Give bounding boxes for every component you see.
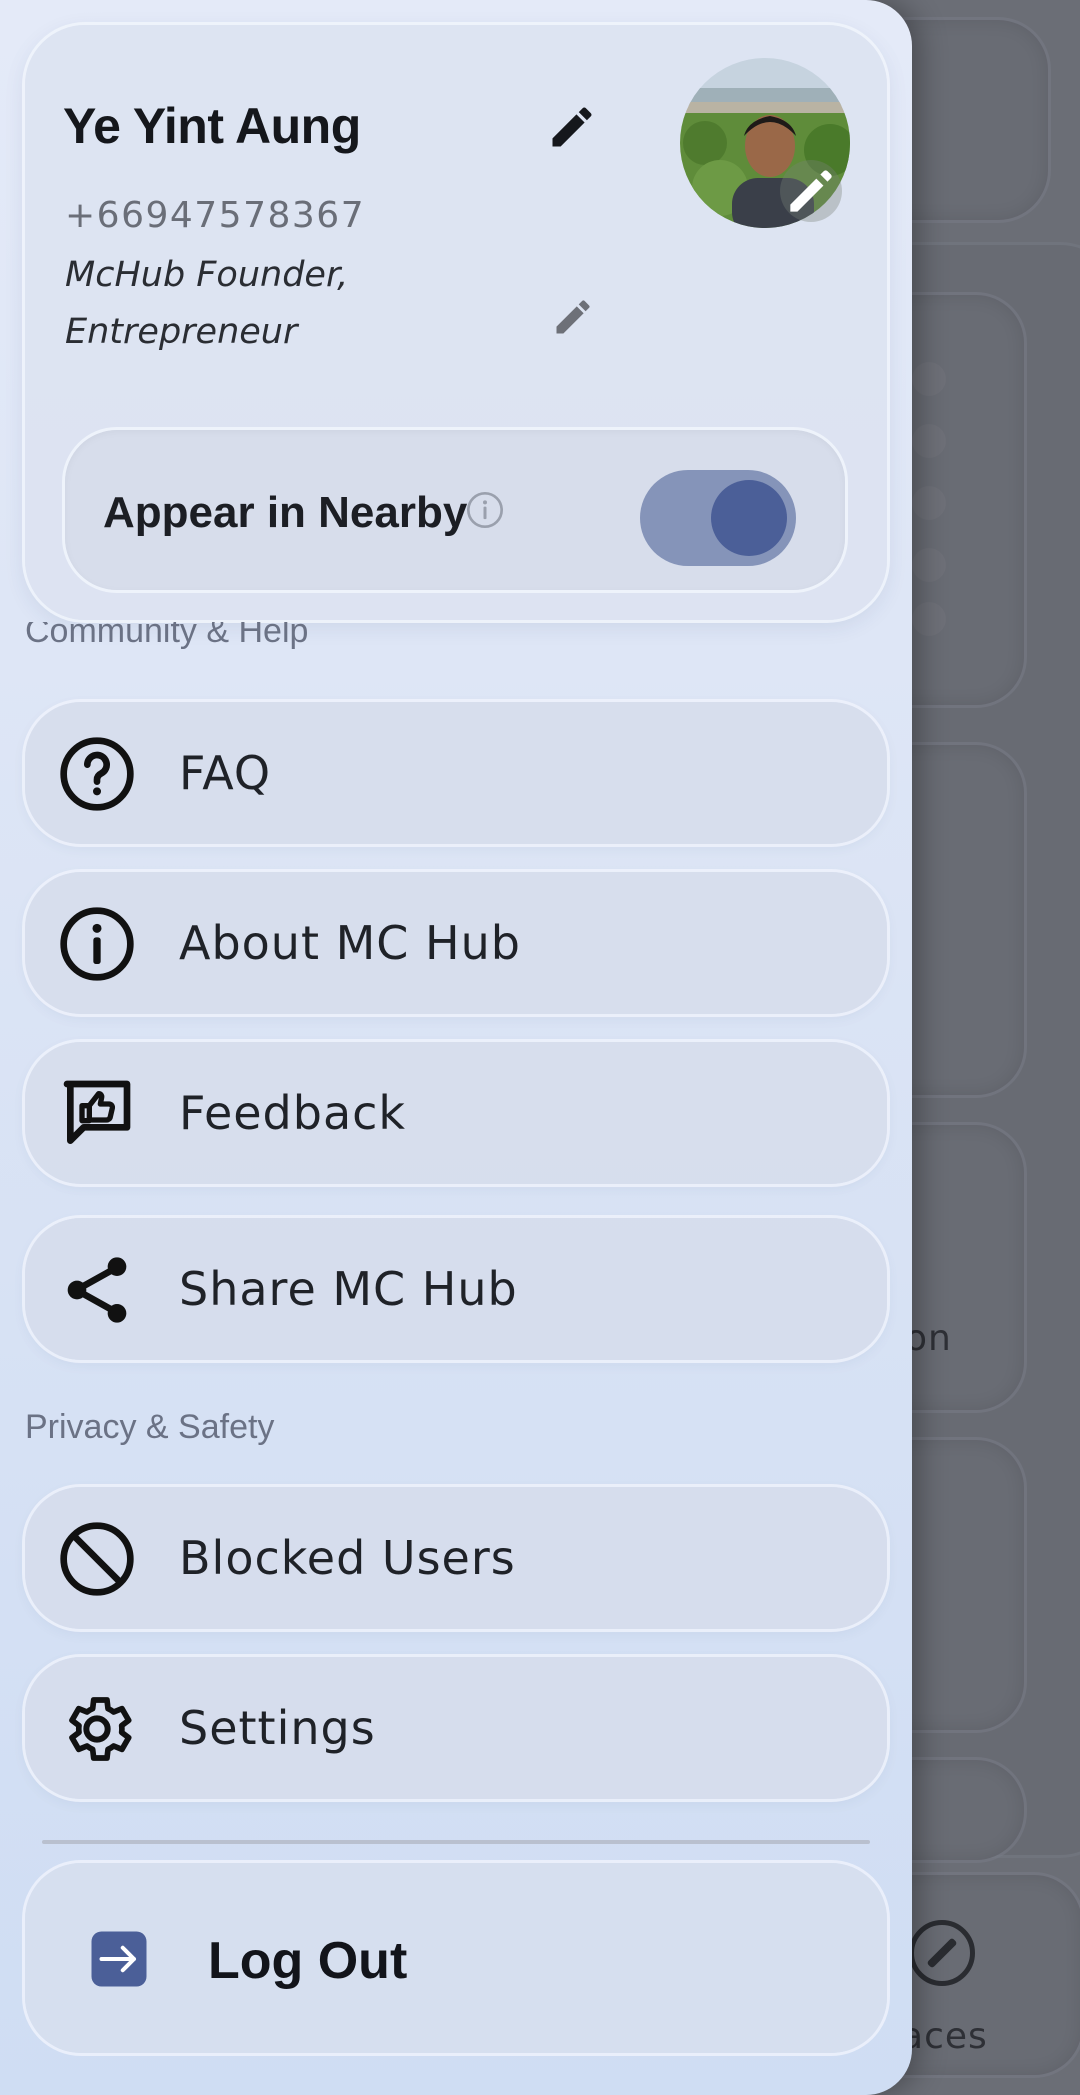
question-circle-icon	[60, 737, 134, 811]
background-dot	[912, 602, 946, 636]
profile-bio-line: Entrepreneur	[65, 312, 298, 352]
block-icon	[60, 1522, 134, 1596]
logout-icon	[91, 1931, 147, 1987]
menu-item-label: About MC Hub	[179, 916, 521, 970]
menu-item-faq[interactable]: FAQ	[25, 702, 887, 844]
menu-item-label: Settings	[179, 1701, 376, 1755]
profile-card: Ye Yint Aung +66947578367 McHub Founder,…	[25, 25, 887, 620]
info-icon[interactable]	[465, 490, 505, 530]
menu-item-about[interactable]: About MC Hub	[25, 872, 887, 1014]
menu-item-label: Blocked Users	[179, 1531, 516, 1585]
divider	[42, 1840, 870, 1844]
menu-item-blocked-users[interactable]: Blocked Users	[25, 1487, 887, 1629]
profile-bio: McHub Founder, Entrepreneur	[65, 247, 485, 361]
menu-item-label: Feedback	[179, 1086, 407, 1140]
background-dot	[912, 486, 946, 520]
gear-icon	[69, 1697, 132, 1761]
appear-in-nearby-label: Appear in Nearby	[103, 488, 468, 537]
share-icon	[67, 1257, 127, 1323]
side-drawer: Ye Yint Aung +66947578367 McHub Founder,…	[0, 0, 912, 2095]
menu-item-share[interactable]: Share MC Hub	[25, 1218, 887, 1360]
logout-label: Log Out	[208, 1932, 408, 1990]
background-dot	[912, 362, 946, 396]
toggle-knob	[711, 480, 787, 556]
background-dot	[912, 424, 946, 458]
logout-button[interactable]: Log Out	[25, 1863, 887, 2053]
menu-item-label: Share MC Hub	[179, 1262, 518, 1316]
compass-icon	[909, 1920, 975, 1986]
appear-in-nearby-toggle[interactable]	[640, 470, 796, 566]
section-label-privacy: Privacy & Safety	[25, 1408, 275, 1446]
menu-item-feedback[interactable]: Feedback	[25, 1042, 887, 1184]
menu-item-label: FAQ	[179, 746, 272, 800]
edit-name-pencil-icon[interactable]	[546, 101, 598, 153]
appear-in-nearby-row: Appear in Nearby	[65, 430, 845, 590]
profile-name: Ye Yint Aung	[63, 98, 361, 154]
thumbs-up-chat-icon	[63, 1080, 131, 1144]
background-dot	[912, 548, 946, 582]
edit-avatar-pencil-icon[interactable]	[780, 160, 842, 222]
background-partial-text: on	[905, 1318, 952, 1359]
menu-item-settings[interactable]: Settings	[25, 1657, 887, 1799]
edit-bio-pencil-icon[interactable]	[551, 295, 595, 339]
profile-bio-line: McHub Founder,	[65, 255, 349, 295]
profile-phone: +66947578367	[65, 195, 366, 236]
section-label-community: Community & Help	[25, 622, 309, 650]
info-circle-icon	[60, 907, 134, 981]
